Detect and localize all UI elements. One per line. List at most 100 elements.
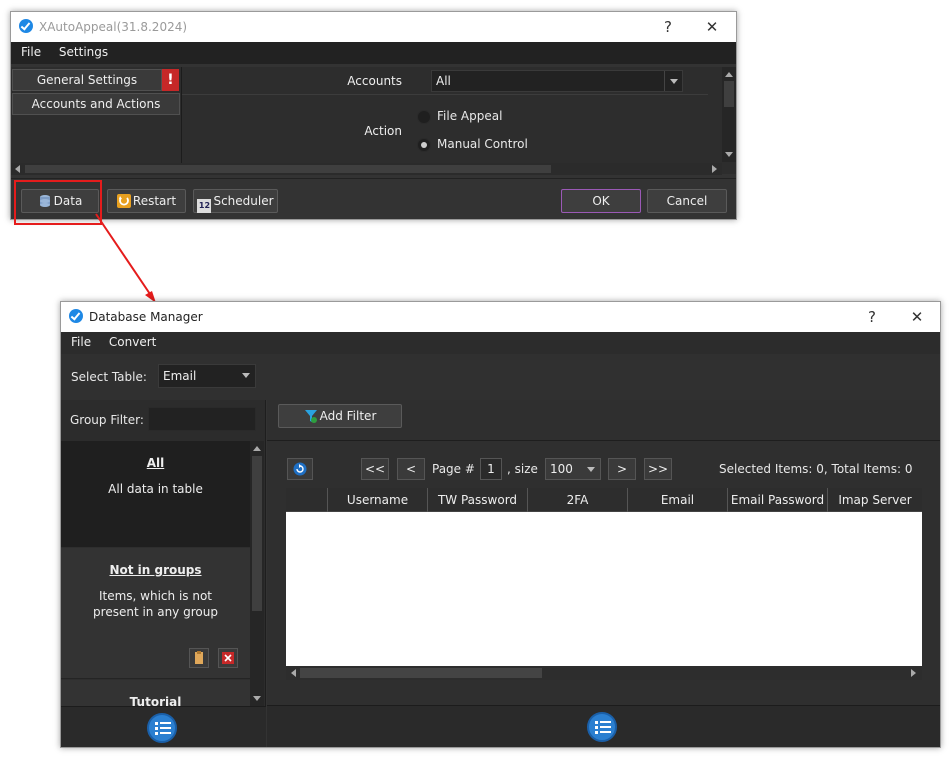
table-select-bar: Select Table: Email <box>61 354 940 400</box>
select-table-label: Select Table: <box>71 370 147 384</box>
accounts-dropdown[interactable]: All <box>431 70 683 92</box>
dbm-help-button[interactable]: ? <box>861 306 883 328</box>
close-button[interactable]: ✕ <box>701 16 723 38</box>
ok-button[interactable]: OK <box>561 189 641 213</box>
refresh-icon <box>293 462 307 476</box>
hscroll-thumb[interactable] <box>300 668 542 678</box>
vertical-scrollbar[interactable] <box>722 67 736 162</box>
group-description: Items, which is not present in any group <box>93 589 218 619</box>
scroll-up-icon[interactable] <box>723 68 735 80</box>
alert-icon: ! <box>162 69 179 91</box>
data-grid[interactable]: Username TW Password 2FA Email Email Pas… <box>286 488 922 666</box>
group-pane-footer <box>61 706 266 747</box>
items-summary: Selected Items: 0, Total Items: 0 <box>719 462 912 476</box>
accounts-dropdown-value: All <box>436 74 451 88</box>
highlight-box <box>14 180 102 225</box>
nav-divider <box>181 67 182 163</box>
grid-horizontal-scrollbar[interactable] <box>286 666 922 680</box>
dbm-titlebar[interactable]: Database Manager ? ✕ <box>61 302 940 332</box>
radio-file-appeal-label[interactable]: File Appeal <box>437 109 502 123</box>
hscroll-thumb[interactable] <box>25 165 551 173</box>
radio-manual-control[interactable] <box>417 138 431 152</box>
refresh-button[interactable] <box>287 458 313 480</box>
column-header-username[interactable]: Username <box>328 488 428 512</box>
nav-general-settings[interactable]: General Settings <box>12 69 162 91</box>
calendar-icon: 12 <box>197 199 212 213</box>
scroll-up-icon[interactable] <box>251 442 263 454</box>
scheduler-button[interactable]: 12 Scheduler <box>193 189 278 213</box>
column-header-select[interactable] <box>286 488 328 512</box>
chevron-down-icon <box>582 459 600 479</box>
group-scrollbar[interactable] <box>250 441 264 706</box>
main-footer: Data Restart 12 Scheduler OK Cancel <box>11 178 736 219</box>
add-filter-button[interactable]: Add Filter <box>278 404 402 428</box>
scroll-right-icon[interactable] <box>908 667 920 679</box>
group-filter-input[interactable] <box>148 407 256 431</box>
data-pane: Add Filter << < Page # 1 , size 100 > >>… <box>267 400 940 747</box>
menu-settings[interactable]: Settings <box>45 42 108 59</box>
dbm-menubar: File Convert <box>61 332 940 354</box>
paste-icon[interactable] <box>189 648 209 668</box>
app-check-icon <box>19 19 33 33</box>
group-filter-label: Group Filter: <box>70 413 144 427</box>
total-items-value: 0 <box>904 462 913 476</box>
scroll-down-icon[interactable] <box>723 149 735 161</box>
menu-file[interactable]: File <box>11 42 41 59</box>
restart-icon <box>116 194 131 208</box>
group-card-all[interactable]: All All data in table <box>61 441 250 547</box>
page-size-value: 100 <box>550 462 573 476</box>
group-title: All <box>146 456 165 470</box>
grid-header: Username TW Password 2FA Email Email Pas… <box>286 488 922 512</box>
delete-icon[interactable] <box>218 648 238 668</box>
main-window: XAutoAppeal(31.8.2024) ? ✕ File Settings… <box>10 11 737 220</box>
menu-convert[interactable]: Convert <box>95 332 156 349</box>
column-header-email[interactable]: Email <box>628 488 728 512</box>
select-table-value: Email <box>163 369 197 383</box>
group-card-not-in-groups[interactable]: Not in groups Items, which is not presen… <box>61 548 250 679</box>
next-page-button[interactable]: > <box>608 458 636 480</box>
column-header-email-password[interactable]: Email Password <box>728 488 828 512</box>
column-header-tw-password[interactable]: TW Password <box>428 488 528 512</box>
restart-button[interactable]: Restart <box>107 189 186 213</box>
toolbar-divider <box>267 440 940 441</box>
radio-file-appeal[interactable] <box>417 110 431 124</box>
group-pane: Group Filter: All All data in table Not … <box>61 400 266 747</box>
dbm-window-title: Database Manager <box>89 310 203 324</box>
select-table-dropdown[interactable]: Email <box>158 364 256 388</box>
scroll-left-icon[interactable] <box>13 163 25 175</box>
dbm-close-button[interactable]: ✕ <box>906 306 928 328</box>
horizontal-scrollbar[interactable] <box>11 163 722 175</box>
cancel-button[interactable]: Cancel <box>647 189 727 213</box>
column-header-2fa[interactable]: 2FA <box>528 488 628 512</box>
prev-page-button[interactable]: < <box>397 458 425 480</box>
data-pane-footer <box>267 705 940 747</box>
group-title: Tutorial <box>129 695 182 706</box>
scroll-right-icon[interactable] <box>709 163 721 175</box>
nav-accounts-and-actions[interactable]: Accounts and Actions <box>12 93 180 115</box>
main-window-title: XAutoAppeal(31.8.2024) <box>39 20 188 34</box>
database-manager-window: Database Manager ? ✕ File Convert Select… <box>60 301 941 748</box>
filter-icon <box>304 410 317 423</box>
chevron-down-icon <box>664 71 682 91</box>
list-menu-icon[interactable] <box>147 713 177 743</box>
scroll-down-icon[interactable] <box>251 693 263 705</box>
accounts-label: Accounts <box>347 74 402 88</box>
row-divider <box>182 94 708 95</box>
first-page-button[interactable]: << <box>361 458 389 480</box>
menu-file[interactable]: File <box>61 332 91 349</box>
page-size-dropdown[interactable]: 100 <box>545 458 601 480</box>
group-title: Not in groups <box>109 563 202 577</box>
scroll-thumb[interactable] <box>724 81 734 107</box>
column-header-imap-server[interactable]: Imap Server <box>828 488 922 512</box>
last-page-button[interactable]: >> <box>644 458 672 480</box>
scroll-thumb[interactable] <box>252 456 262 611</box>
scheduler-button-label: Scheduler <box>213 194 274 208</box>
page-number-input[interactable]: 1 <box>480 458 502 480</box>
chevron-down-icon <box>237 365 255 387</box>
main-titlebar[interactable]: XAutoAppeal(31.8.2024) ? ✕ <box>11 12 736 42</box>
selected-items-label: Selected Items: <box>719 462 813 476</box>
radio-manual-control-label[interactable]: Manual Control <box>437 137 528 151</box>
group-card-tutorial[interactable]: Tutorial <box>61 680 250 706</box>
list-menu-icon[interactable] <box>587 712 617 742</box>
help-button[interactable]: ? <box>657 16 679 38</box>
